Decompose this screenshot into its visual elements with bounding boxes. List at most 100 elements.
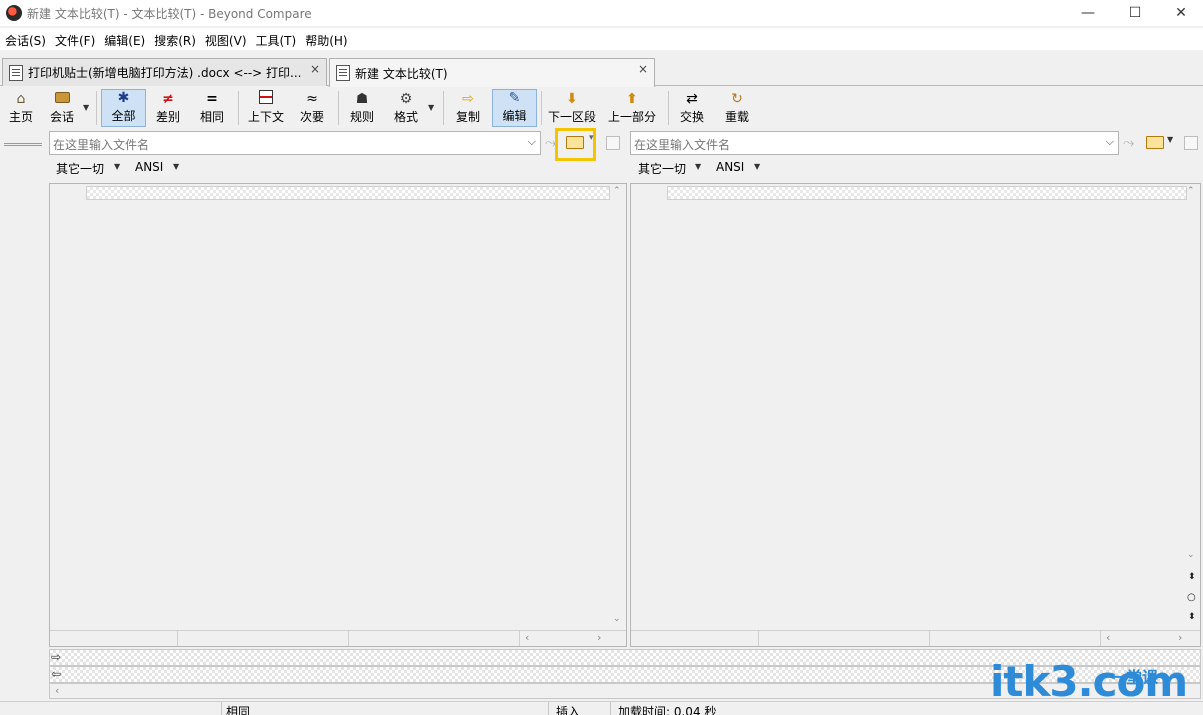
scroll-left-icon[interactable]: ‹ [55,684,59,697]
filter-diffs-button[interactable]: ≠ 差别 [150,89,186,127]
prev-diff-icon[interactable]: ⬍ [1188,572,1196,582]
window-title: 新建 文本比较(T) - 文本比较(T) - Beyond Compare [27,7,312,21]
minimize-button[interactable]: — [1065,0,1111,26]
minor-button[interactable]: ≈ 次要 [295,89,329,127]
tab-docx-compare[interactable]: 打印机贴士(新增电脑打印方法) .docx <--> 打印... × [2,58,327,86]
scroll-left-icon[interactable]: ‹ [525,631,529,644]
right-open-dropdown-icon[interactable]: ▼ [1167,135,1173,144]
menu-help[interactable]: 帮助(H) [300,28,351,50]
copy-button[interactable]: ⇨ 复制 [451,89,485,127]
right-format-selector[interactable]: 其它一切 [638,160,686,177]
tab-new-text-compare[interactable]: 新建 文本比较(T) × [329,58,655,87]
center-diff-icon[interactable]: ○ [1187,592,1196,603]
scroll-down-icon[interactable]: ⌄ [1187,550,1195,560]
format-dropdown-icon[interactable]: ▼ [428,103,434,112]
left-horizontal-scrollbar[interactable]: ‹ › [50,630,626,646]
document-icon [336,65,350,81]
left-save-icon[interactable] [606,136,620,150]
right-format-dropdown-icon[interactable]: ▼ [695,162,701,171]
right-save-icon[interactable] [1184,136,1198,150]
document-icon [9,64,23,81]
menu-bar: 会话(S) 文件(F) 编辑(E) 搜索(R) 视图(V) 工具(T) 帮助(H… [0,28,1203,50]
right-open-folder-icon[interactable] [1146,136,1164,149]
left-text-pane[interactable]: ⌃ ⌄ ‹ › [49,183,627,647]
menu-tools[interactable]: 工具(T) [251,28,301,50]
left-format-dropdown-icon[interactable]: ▼ [114,162,120,171]
left-encoding-dropdown-icon[interactable]: ▼ [173,162,179,171]
right-vertical-scrollbar[interactable]: ⌃ ⌄ ⬍ ○ ⬍ [1184,184,1200,632]
status-same: 相同 [226,705,251,715]
tab-strip: 打印机贴士(新增电脑打印方法) .docx <--> 打印... × 新建 文本… [0,54,1203,87]
menu-view[interactable]: 视图(V) [200,28,251,50]
next-diff-icon[interactable]: ⬍ [1188,612,1196,622]
left-path-input[interactable]: 在这里输入文件名 ⌵ [49,131,541,155]
prev-section-button[interactable]: ⬆ 上一部分 [606,89,658,127]
splitter-handle[interactable] [4,143,42,146]
right-encoding-selector[interactable]: ANSI [716,160,744,174]
gear-document-icon: ⚙ [399,91,413,107]
right-horizontal-scrollbar[interactable]: ‹ › [631,630,1200,646]
next-section-button[interactable]: ⬇ 下一区段 [546,89,598,127]
toolbar-separator [96,91,97,125]
left-ruler [86,186,610,200]
briefcase-icon [54,90,70,108]
right-path-dropdown-icon[interactable]: ⌵ [1106,135,1114,149]
right-path-input[interactable]: 在这里输入文件名 ⌵ [630,131,1119,155]
left-vertical-scrollbar[interactable]: ⌃ ⌄ [610,184,626,632]
right-line-arrow-icon: ⇦ [51,667,62,681]
scroll-left-icon[interactable]: ‹ [1106,631,1110,644]
home-icon: ⌂ [16,91,26,107]
left-format-selector[interactable]: 其它一切 [56,160,104,177]
right-text-pane[interactable]: ⌃ ⌄ ⬍ ○ ⬍ ‹ › [630,183,1201,647]
scroll-right-icon[interactable]: › [1178,631,1182,644]
not-equal-icon: ≠ [162,91,174,107]
left-open-folder-icon[interactable] [566,136,584,149]
format-button[interactable]: ⚙ 格式 [389,89,423,127]
toolbar-separator [238,91,239,125]
app-icon [6,5,22,21]
scroll-up-icon[interactable]: ⌃ [613,186,621,196]
edit-button[interactable]: ✎ 编辑 [492,89,537,127]
home-button[interactable]: ⌂ 主页 [4,89,38,127]
title-bar: 新建 文本比较(T) - 文本比较(T) - Beyond Compare — … [0,0,1203,26]
scroll-down-icon[interactable]: ⌄ [613,614,621,624]
right-ruler [667,186,1187,200]
context-button[interactable]: 上下文 [245,89,287,127]
right-history-icon[interactable]: ⤳ [1123,135,1134,151]
menu-edit[interactable]: 编辑(E) [99,28,149,50]
maximize-button[interactable]: ☐ [1112,0,1158,26]
left-path-dropdown-icon[interactable]: ⌵ [528,135,536,149]
approx-icon: ≈ [306,91,318,107]
swap-icon: ⇄ [686,91,698,107]
filter-all-button[interactable]: ✱ 全部 [101,89,146,127]
toolbar-separator [541,91,542,125]
status-load-time: 加载时间: 0.04 秒 [618,705,717,715]
left-path-placeholder: 在这里输入文件名 [53,138,150,152]
tab-close-icon[interactable]: × [638,62,648,76]
tab-close-icon[interactable]: × [310,62,320,76]
reload-icon: ↻ [731,91,743,107]
menu-search[interactable]: 搜索(R) [149,28,200,50]
pencil-icon: ✎ [508,90,521,106]
context-icon [259,90,273,108]
session-dropdown-icon[interactable]: ▼ [83,103,89,112]
session-button[interactable]: 会话 [44,89,80,127]
scroll-right-icon[interactable]: › [597,631,601,644]
menu-session[interactable]: 会话(S) [0,28,50,50]
toolbar: ⌂ 主页 会话 ▼ ✱ 全部 ≠ 差别 = 相同 上下文 ≈ 次要 ☗ 规则 ⚙… [0,87,1203,129]
right-encoding-dropdown-icon[interactable]: ▼ [754,162,760,171]
close-button[interactable]: ✕ [1158,0,1203,26]
reload-button[interactable]: ↻ 重载 [720,89,754,127]
status-insert-mode: 插入 [556,705,581,715]
swap-button[interactable]: ⇄ 交换 [675,89,709,127]
filter-same-button[interactable]: = 相同 [194,89,230,127]
arrow-down-icon: ⬇ [566,91,578,107]
left-open-dropdown-icon[interactable]: ▾ [589,133,594,143]
menu-file[interactable]: 文件(F) [50,28,99,50]
toolbar-separator [443,91,444,125]
watermark-subtext: 一堂课 [1110,668,1159,687]
tab-label: 新建 文本比较(T) [355,66,448,81]
rules-button[interactable]: ☗ 规则 [345,89,379,127]
scroll-up-icon[interactable]: ⌃ [1187,186,1195,196]
left-encoding-selector[interactable]: ANSI [135,160,163,174]
